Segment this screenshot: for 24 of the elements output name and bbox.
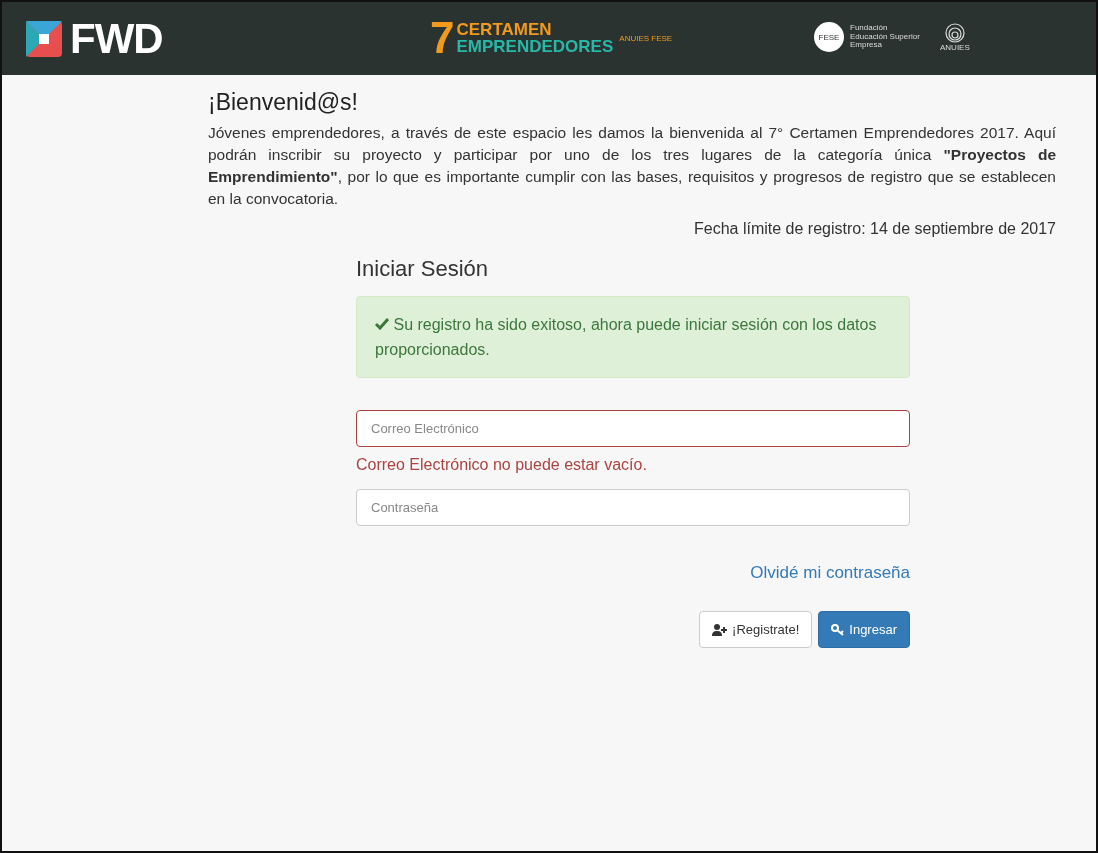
error-message: Correo Electrónico no puede estar vacío. xyxy=(356,456,648,474)
rings-icon xyxy=(943,22,966,43)
check-icon xyxy=(375,318,389,330)
fese-name: Fundación Educación Superior Empresa xyxy=(850,23,920,51)
password-field[interactable]: Contraseña xyxy=(356,489,910,526)
event-number: 7 xyxy=(430,16,455,60)
logo-icon xyxy=(26,20,62,57)
email-field[interactable]: Correo Electrónico xyxy=(356,410,910,447)
success-alert: Su registro ha sido exitoso, ahora puede iniciar sesión con los datos proporcionados. xyxy=(356,296,910,378)
key-icon xyxy=(831,623,846,636)
brand-logo-text: FWD xyxy=(70,14,163,63)
event-tag: ANUIES FESE xyxy=(619,33,673,43)
register-button[interactable]: ¡Registrate! xyxy=(699,611,813,648)
add-user-icon xyxy=(712,623,729,636)
anuies-logo-text: ANUIES xyxy=(940,42,970,52)
login-title: Iniciar Sesión xyxy=(356,256,490,282)
event-subtitle: EMPRENDEDORES xyxy=(456,38,614,55)
deadline-text: Fecha límite de registro: 14 de septiembre de 2017 xyxy=(693,220,1056,238)
login-button[interactable]: Ingresar xyxy=(818,611,910,648)
fese-badge: FESE xyxy=(814,22,844,52)
welcome-paragraph: Jóvenes emprendedores, a través de este espacio les damos la bienvenida al 7° Certamen Emprendedores 2017. Aquí podrán inscribir su proyecto y participar por uno de los tres lugares de la categoría única "Proyectos de Emprendimiento", por lo que es importante cumplir con las bases, requisitos y progresos de registro que se establecen en la convocatoria. xyxy=(208,123,1056,209)
event-title: CERTAMEN xyxy=(456,21,553,38)
forgot-password-link[interactable]: Olvidé mi contraseña xyxy=(750,563,910,582)
welcome-title: ¡Bienvenid@s! xyxy=(208,89,359,116)
